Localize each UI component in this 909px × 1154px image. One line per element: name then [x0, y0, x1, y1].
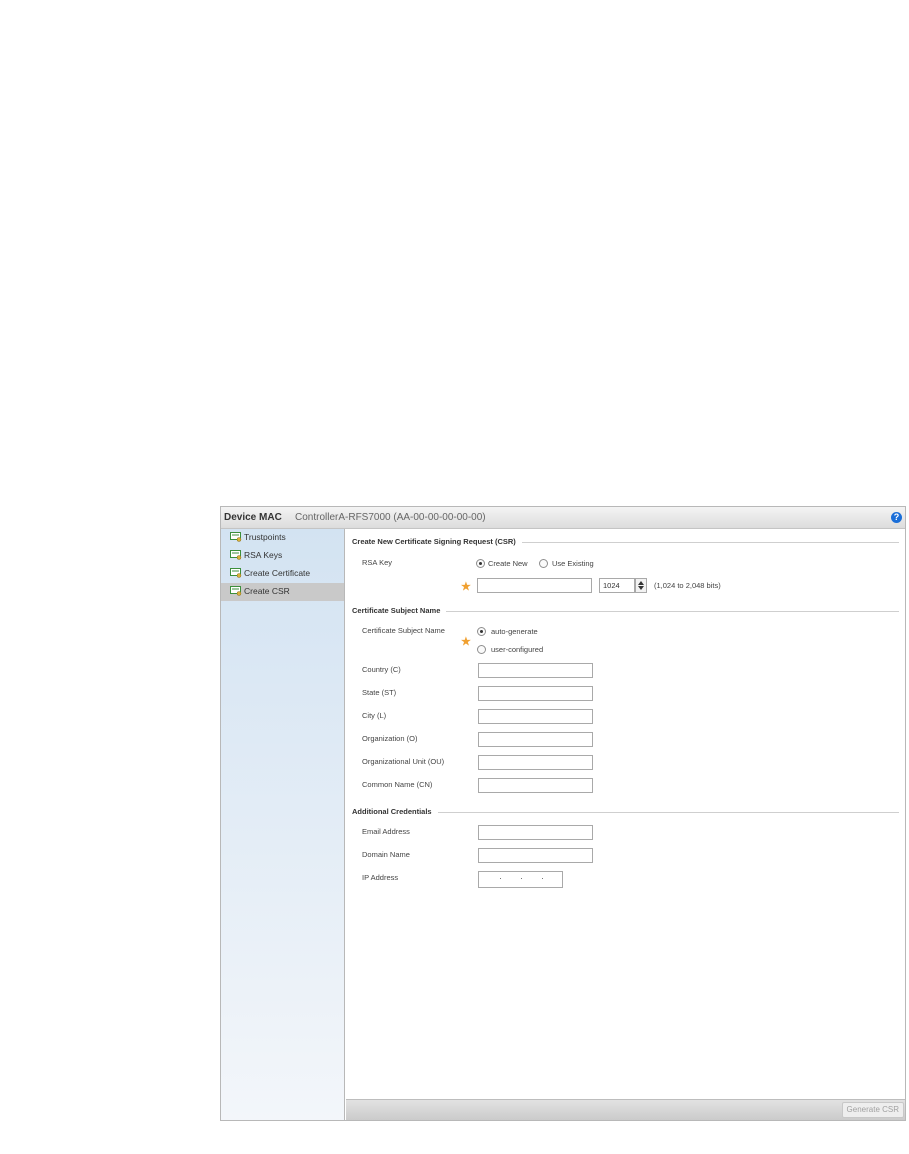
section-title: Certificate Subject Name — [352, 606, 447, 615]
common-name-input[interactable] — [478, 778, 593, 793]
common-name-label: Common Name (CN) — [362, 780, 433, 789]
section-title: Additional Credentials — [352, 807, 438, 816]
sidebar-item-label: Create CSR — [244, 586, 290, 596]
radio-use-existing[interactable] — [539, 559, 548, 568]
ip-address-input[interactable] — [478, 871, 563, 888]
sidebar-item-label: RSA Keys — [244, 550, 283, 560]
radio-user-configured[interactable] — [477, 645, 486, 654]
chevron-up-icon[interactable] — [638, 581, 644, 585]
help-icon[interactable]: ? — [891, 512, 902, 523]
key-size-input[interactable]: 1024 — [599, 578, 635, 593]
domain-label: Domain Name — [362, 850, 410, 859]
state-input[interactable] — [478, 686, 593, 701]
radio-auto-generate[interactable] — [477, 627, 486, 636]
certificate-icon — [230, 550, 242, 560]
title-bar: Device MAC ControllerA-RFS7000 (AA-00-00… — [221, 507, 905, 529]
city-input[interactable] — [478, 709, 593, 724]
subject-section-header: Certificate Subject Name — [352, 606, 899, 618]
required-icon: ★ — [461, 636, 471, 648]
sidebar-item-rsa-keys[interactable]: RSA Keys — [221, 547, 344, 565]
certificate-icon — [230, 568, 242, 578]
org-unit-label: Organizational Unit (OU) — [362, 757, 445, 766]
ip-separator — [500, 878, 501, 879]
country-input[interactable] — [478, 663, 593, 678]
ip-separator — [521, 878, 522, 879]
device-name: ControllerA-RFS7000 (AA-00-00-00-00-00) — [295, 512, 486, 523]
country-label: Country (C) — [362, 665, 401, 674]
city-label: City (L) — [362, 711, 387, 720]
sidebar-item-trustpoints[interactable]: Trustpoints — [221, 529, 344, 547]
sidebar-item-create-csr[interactable]: Create CSR — [221, 583, 344, 601]
csr-section-header: Create New Certificate Signing Request (… — [352, 537, 899, 549]
radio-auto-generate-label: auto-generate — [491, 627, 538, 636]
email-label: Email Address — [362, 827, 410, 836]
radio-use-existing-label: Use Existing — [552, 559, 594, 568]
create-csr-window: Device MAC ControllerA-RFS7000 (AA-00-00… — [220, 506, 906, 1121]
radio-user-configured-label: user-configured — [491, 645, 544, 654]
sidebar-item-label: Trustpoints — [244, 532, 286, 542]
sidebar: Trustpoints RSA Keys Create Certificate — [221, 529, 345, 1120]
ip-label: IP Address — [362, 873, 399, 882]
state-label: State (ST) — [362, 688, 397, 697]
main-content: Create New Certificate Signing Request (… — [346, 529, 905, 1100]
radio-create-new-label: Create New — [488, 559, 528, 568]
certificate-icon — [230, 586, 242, 596]
email-input[interactable] — [478, 825, 593, 840]
certificate-icon — [230, 532, 242, 542]
radio-create-new[interactable] — [476, 559, 485, 568]
page-title: Device MAC — [224, 512, 282, 523]
organization-input[interactable] — [478, 732, 593, 747]
chevron-down-icon[interactable] — [638, 586, 644, 590]
key-size-range: (1,024 to 2,048 bits) — [654, 581, 721, 590]
generate-csr-button[interactable]: Generate CSR — [841, 1102, 904, 1118]
org-unit-input[interactable] — [478, 755, 593, 770]
organization-label: Organization (O) — [362, 734, 418, 743]
domain-input[interactable] — [478, 848, 593, 863]
key-size-stepper[interactable] — [635, 578, 647, 593]
footer-bar: Generate CSR — [346, 1099, 905, 1120]
required-icon: ★ — [461, 581, 471, 593]
sidebar-item-label: Create Certificate — [244, 568, 311, 578]
section-title: Create New Certificate Signing Request (… — [352, 537, 522, 546]
additional-section-header: Additional Credentials — [352, 807, 899, 819]
sidebar-item-create-certificate[interactable]: Create Certificate — [221, 565, 344, 583]
rsa-key-name-input[interactable] — [477, 578, 592, 593]
ip-separator — [542, 878, 543, 879]
rsa-key-label: RSA Key — [362, 558, 393, 567]
subject-mode-label: Certificate Subject Name — [362, 626, 445, 635]
